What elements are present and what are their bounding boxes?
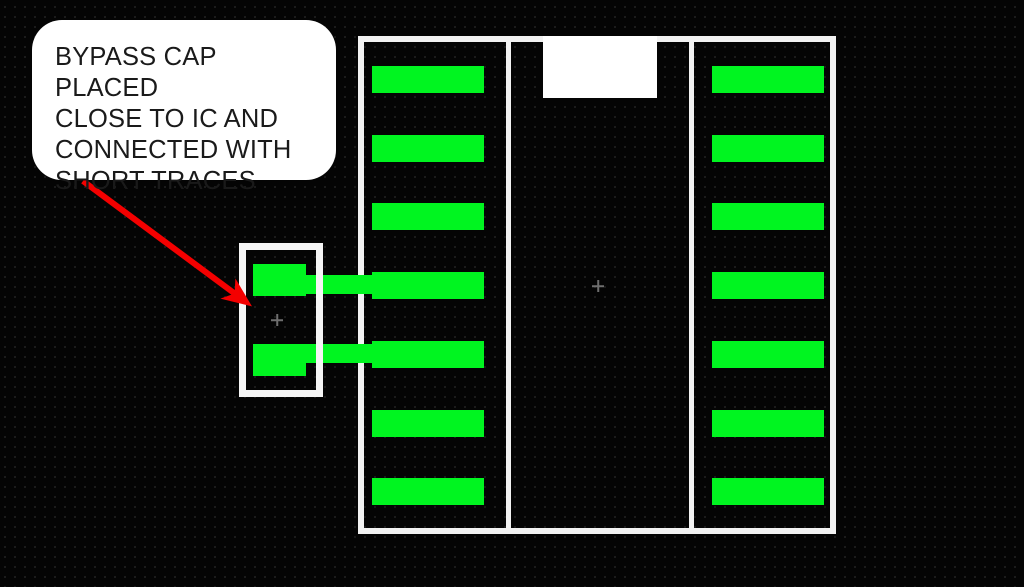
- ic-pad-12[interactable]: [712, 341, 824, 368]
- ic-pad-1[interactable]: [372, 66, 484, 93]
- pcb-layout-canvas: BYPASS CAP PLACED CLOSE TO IC AND CONNEC…: [0, 0, 1024, 587]
- ic-pad-2[interactable]: [372, 135, 484, 162]
- callout-text: BYPASS CAP PLACED CLOSE TO IC AND CONNEC…: [55, 43, 292, 195]
- capacitor-pad-1[interactable]: [253, 264, 306, 296]
- ic-pad-14[interactable]: [712, 478, 824, 505]
- arrow-shaft: [81, 178, 252, 307]
- ic-inner-body-outline: [506, 36, 694, 534]
- ic-pin1-notch-marker: [543, 36, 657, 98]
- ic-pad-10[interactable]: [712, 203, 824, 230]
- callout-bubble: BYPASS CAP PLACED CLOSE TO IC AND CONNEC…: [32, 20, 336, 195]
- ic-pad-7[interactable]: [372, 478, 484, 505]
- ic-pad-6[interactable]: [372, 410, 484, 437]
- ic-pad-8[interactable]: [712, 66, 824, 93]
- ic-pad-3[interactable]: [372, 203, 484, 230]
- capacitor-pad-2[interactable]: [253, 344, 306, 376]
- ic-pad-11[interactable]: [712, 272, 824, 299]
- ic-pad-9[interactable]: [712, 135, 824, 162]
- ic-pad-13[interactable]: [712, 410, 824, 437]
